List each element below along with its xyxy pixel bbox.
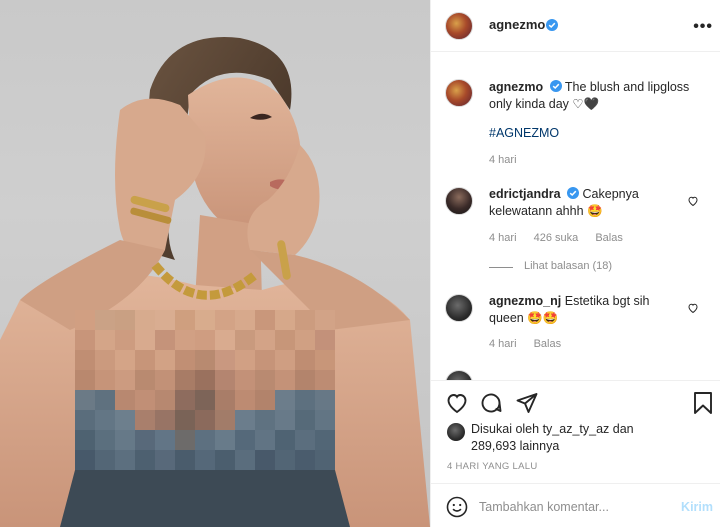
caption-time: 4 hari — [489, 154, 517, 166]
comment: agnezmo_nj Estetika bgt sih queen 🤩🤩 — [489, 293, 679, 327]
post-photo[interactable] — [0, 0, 430, 527]
comment-meta: 4 hari Balas — [489, 338, 575, 350]
comment-avatar[interactable] — [445, 294, 473, 322]
instagram-post: agnezmo ••• agnezmo The blush and lipglo… — [0, 0, 720, 527]
author-username[interactable]: agnezmo — [489, 17, 545, 32]
emoji-smiley-icon[interactable] — [445, 495, 469, 519]
reply-button[interactable]: Balas — [595, 232, 623, 244]
post-header: agnezmo ••• — [431, 0, 720, 52]
caption-username[interactable]: agnezmo — [489, 80, 543, 94]
comment-bubble-icon[interactable] — [479, 391, 503, 415]
replies-divider — [489, 267, 513, 268]
add-comment-bar: Tambahkan komentar... Kirim — [431, 483, 720, 527]
comment-like-heart-icon[interactable] — [687, 195, 699, 207]
liker-avatar[interactable] — [447, 423, 465, 441]
post-timestamp: 4 HARI YANG LALU — [447, 461, 538, 472]
likes-line-2: 289,693 lainnya — [471, 439, 560, 453]
comment: edrictjandra Cakepnya kelewatann ahhh 🤩 — [489, 186, 679, 220]
save-bookmark-icon[interactable] — [692, 391, 714, 415]
comment-input[interactable]: Tambahkan komentar... — [479, 500, 609, 514]
caption: agnezmo The blush and lipgloss only kind… — [489, 79, 704, 113]
verified-badge-icon — [567, 187, 580, 199]
like-heart-icon[interactable] — [445, 391, 469, 415]
comment-username[interactable]: agnezmo_nj — [489, 294, 561, 308]
comment-avatar-partial[interactable] — [445, 370, 473, 380]
comment-meta: 4 hari 426 suka Balas — [489, 232, 637, 244]
comment-likes[interactable]: 426 suka — [534, 232, 579, 244]
verified-badge-icon — [549, 80, 562, 92]
comment-like-heart-icon[interactable] — [687, 302, 699, 314]
author-avatar[interactable] — [445, 12, 473, 40]
comment-username[interactable]: edrictjandra — [489, 187, 561, 201]
post-comment-button[interactable]: Kirim — [681, 500, 713, 514]
caption-hashtag[interactable]: #AGNEZMO — [489, 125, 559, 142]
comments-list: agnezmo The blush and lipgloss only kind… — [431, 53, 720, 380]
caption-author-avatar[interactable] — [445, 79, 473, 107]
comment-time: 4 hari — [489, 338, 517, 350]
likes-line-1: Disukai oleh ty_az_ty_az dan — [471, 422, 634, 436]
verified-badge-icon — [546, 19, 558, 31]
comment-time: 4 hari — [489, 232, 517, 244]
reply-button[interactable]: Balas — [534, 338, 562, 350]
post-side-panel: agnezmo ••• agnezmo The blush and lipglo… — [430, 0, 720, 527]
share-paper-plane-icon[interactable] — [515, 391, 539, 415]
censored-region — [75, 310, 335, 470]
view-replies-button[interactable]: Lihat balasan (18) — [524, 260, 612, 272]
more-options-icon[interactable]: ••• — [693, 18, 713, 36]
photo-illustration — [0, 37, 430, 527]
post-actions: Disukai oleh ty_az_ty_az dan 289,693 lai… — [431, 380, 720, 527]
likes-summary[interactable]: Disukai oleh ty_az_ty_az dan 289,693 lai… — [471, 421, 634, 455]
comment-avatar[interactable] — [445, 187, 473, 215]
